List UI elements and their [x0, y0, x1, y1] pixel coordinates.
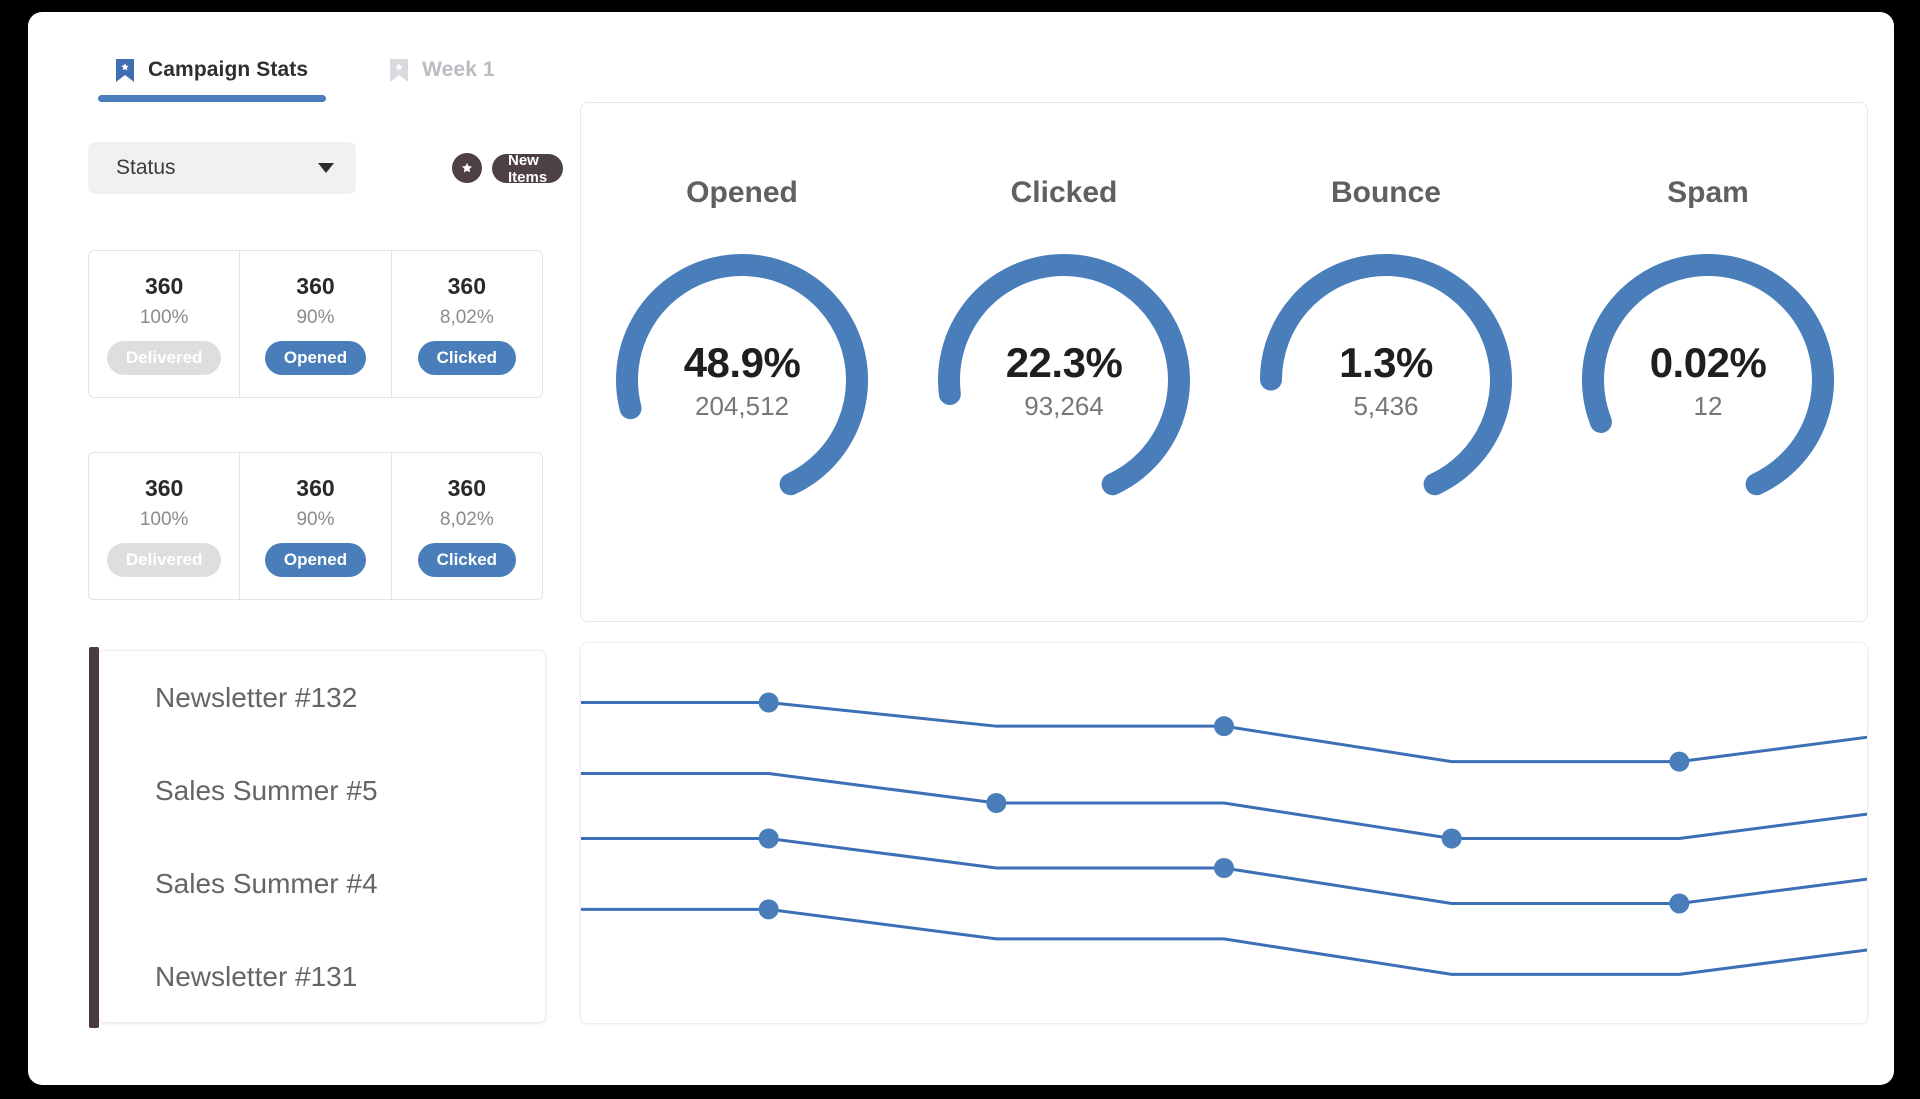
- stat-cell-delivered: 360 100% Delivered: [89, 453, 241, 599]
- star-icon[interactable]: [452, 153, 482, 183]
- new-items-label: New Items: [508, 151, 548, 186]
- gauge-percent: 22.3%: [1005, 338, 1123, 386]
- gauge-ring: 22.3% 93,264: [924, 240, 1204, 520]
- filter-row: Status New Items: [88, 142, 564, 194]
- stat-percent: 100%: [139, 307, 189, 328]
- stat-count: 360: [447, 475, 486, 501]
- list-item[interactable]: Sales Summer #5: [99, 744, 545, 837]
- gauge-value: 204,512: [695, 390, 789, 421]
- gauge-ring: 1.3% 5,436: [1246, 240, 1526, 520]
- stat-count: 360: [144, 273, 184, 299]
- stat-count: 360: [296, 273, 335, 299]
- gauge-opened: Opened 48.9% 204,512: [581, 103, 903, 621]
- stat-count: 360: [144, 475, 184, 501]
- status-badge-delivered[interactable]: Delivered: [106, 543, 222, 577]
- status-select[interactable]: Status: [88, 142, 356, 194]
- tab-bar: Campaign Stats Week 1: [98, 50, 513, 102]
- stat-count: 360: [296, 475, 335, 501]
- gauge-title: Bounce: [1330, 176, 1441, 209]
- tab-active-indicator: [98, 95, 327, 102]
- status-badge-delivered[interactable]: Delivered: [106, 341, 222, 375]
- gauge-percent: 1.3%: [1339, 338, 1433, 386]
- stat-group: 360 100% Delivered 360 90% Opened 360 8,…: [88, 250, 543, 398]
- gauge-percent: 0.02%: [1649, 338, 1767, 386]
- gauge-spam: Spam 0.02% 12: [1547, 103, 1869, 621]
- gauge-title: Opened: [686, 176, 798, 209]
- status-badge-opened[interactable]: Opened: [264, 341, 367, 375]
- stat-count: 360: [447, 273, 486, 299]
- gauge-ring: 48.9% 204,512: [602, 240, 882, 520]
- tab-week-1[interactable]: Week 1: [372, 50, 513, 102]
- stat-cell-opened: 360 90% Opened: [240, 453, 392, 599]
- gauge-value: 5,436: [1353, 390, 1419, 421]
- gauge-title: Spam: [1667, 176, 1749, 209]
- stat-group: 360 100% Delivered 360 90% Opened 360 8,…: [88, 452, 543, 600]
- app-window: Campaign Stats Week 1 Status New Items 3…: [28, 12, 1894, 1085]
- gauge-clicked: Clicked 22.3% 93,264: [903, 103, 1225, 621]
- list-item[interactable]: Sales Summer #4: [99, 837, 545, 930]
- gauge-percent: 48.9%: [683, 338, 801, 386]
- bookmark-icon: [116, 58, 134, 82]
- new-items-badge[interactable]: New Items: [492, 151, 564, 186]
- line-chart: [581, 692, 1867, 976]
- stat-cell-clicked: 360 8,02% Clicked: [392, 453, 542, 599]
- stat-percent: 8,02%: [439, 307, 494, 328]
- tab-label: Campaign Stats: [148, 58, 309, 81]
- chevron-down-icon: [318, 163, 334, 173]
- gauge-value: 12: [1693, 390, 1723, 421]
- line-chart-panel: [580, 642, 1868, 1024]
- stat-cell-opened: 360 90% Opened: [240, 251, 392, 397]
- gauge-title: Clicked: [1010, 176, 1118, 209]
- campaign-list: Newsletter #132 Sales Summer #5 Sales Su…: [89, 647, 546, 1028]
- list-item[interactable]: Newsletter #131: [99, 930, 545, 1023]
- stat-percent: 100%: [139, 509, 189, 530]
- list-item[interactable]: Newsletter #132: [99, 651, 545, 744]
- status-select-value: Status: [116, 156, 176, 179]
- tab-campaign-stats[interactable]: Campaign Stats: [98, 50, 327, 102]
- status-badge-opened[interactable]: Opened: [264, 543, 367, 577]
- stat-percent: 90%: [296, 509, 335, 530]
- status-badge-clicked[interactable]: Clicked: [417, 543, 517, 577]
- gauge-ring: 0.02% 12: [1568, 240, 1848, 520]
- gauge-value: 93,264: [1024, 390, 1104, 421]
- stat-percent: 90%: [296, 307, 335, 328]
- gauges-panel: Opened 48.9% 204,512 Clicked 22.3% 93,26…: [580, 102, 1868, 622]
- stat-cell-clicked: 360 8,02% Clicked: [392, 251, 542, 397]
- stat-percent: 8,02%: [439, 509, 494, 530]
- status-badge-clicked[interactable]: Clicked: [417, 341, 517, 375]
- tab-label: Week 1: [422, 58, 495, 81]
- bookmark-icon: [390, 58, 409, 82]
- stat-cell-delivered: 360 100% Delivered: [89, 251, 241, 397]
- campaign-list-accent-bar: [89, 647, 99, 1028]
- gauge-bounce: Bounce 1.3% 5,436: [1225, 103, 1547, 621]
